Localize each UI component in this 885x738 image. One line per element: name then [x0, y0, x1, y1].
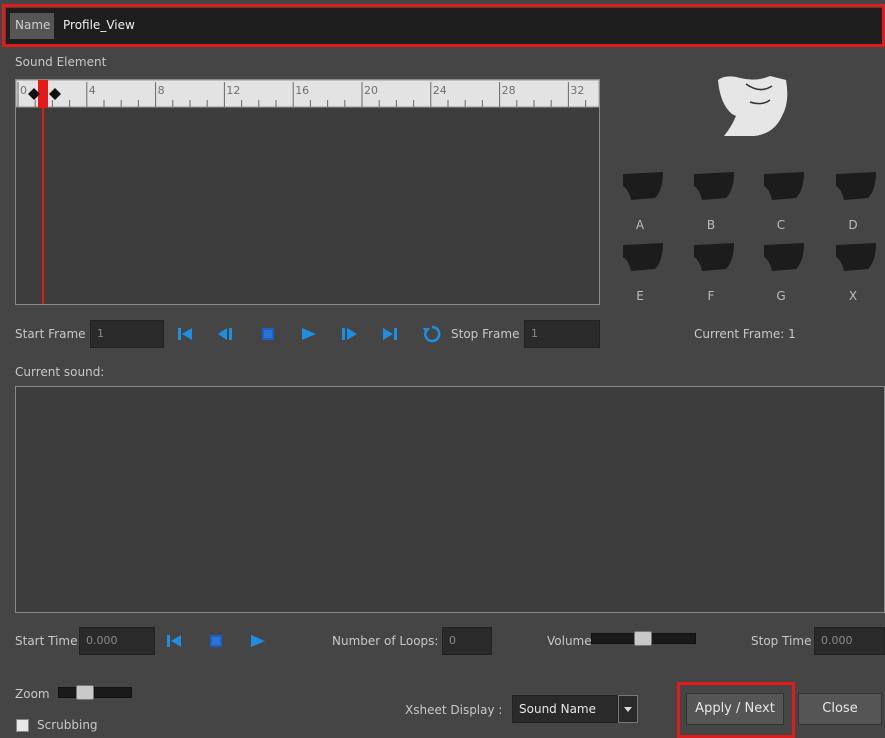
ruler-tick-label: 12 [226, 84, 240, 97]
start-time-input[interactable]: 0.000 [79, 627, 155, 655]
sound-play-icon[interactable] [250, 634, 266, 648]
mouth-label-a: A [635, 218, 645, 232]
stop-icon[interactable] [261, 327, 277, 341]
go-to-first-frame-icon[interactable] [178, 327, 194, 341]
apply-next-highlight-box [677, 682, 795, 738]
sound-element-panel[interactable]: 0 4 8 12 16 20 24 28 32 [15, 79, 600, 305]
ruler-tick-label: 8 [158, 84, 165, 97]
xsheet-display-select[interactable]: Sound Name [512, 695, 618, 723]
mouth-label-b: B [706, 218, 716, 232]
play-icon[interactable] [301, 327, 317, 341]
chevron-down-icon [624, 707, 632, 712]
mouth-shape-a-icon[interactable] [623, 170, 663, 202]
mouth-shape-c-icon[interactable] [764, 170, 804, 202]
mouth-shape-x-icon[interactable] [836, 241, 876, 273]
mouth-label-f: F [707, 289, 715, 303]
ruler-tick-label: 4 [89, 84, 96, 97]
keyframe-diamonds-icon[interactable] [28, 88, 68, 100]
mouth-label-g: G [776, 289, 786, 303]
number-of-loops-input[interactable]: 0 [442, 627, 492, 655]
zoom-label: Zoom [15, 687, 50, 701]
ruler-tick-label: 16 [295, 84, 309, 97]
frame-ruler[interactable]: 0 4 8 12 16 20 24 28 32 [16, 80, 601, 108]
mouth-label-c: C [776, 218, 786, 232]
next-frame-icon[interactable] [341, 327, 357, 341]
zoom-slider-thumb[interactable] [76, 685, 94, 700]
mouth-shape-d-icon[interactable] [836, 170, 876, 202]
scrubbing-label: Scrubbing [37, 718, 98, 732]
volume-label: Volume [547, 634, 592, 648]
sound-element-title: Sound Element [15, 55, 107, 69]
name-highlight-box [2, 4, 885, 47]
mouth-label-d: D [848, 218, 858, 232]
ruler-tick-label: 24 [433, 84, 447, 97]
loop-icon[interactable] [423, 325, 441, 343]
stop-time-label: Stop Time [751, 634, 812, 648]
scrubbing-checkbox[interactable] [16, 719, 29, 732]
previous-frame-icon[interactable] [217, 327, 233, 341]
ruler-tick-label: 32 [570, 84, 584, 97]
current-sound-label: Current sound: [15, 365, 105, 379]
sound-stop-icon[interactable] [209, 634, 225, 648]
ruler-tick-label: 28 [502, 84, 516, 97]
mouth-label-e: E [636, 289, 644, 303]
ruler-tick-label: 0 [20, 84, 27, 97]
playhead-line [42, 108, 44, 304]
mouth-shape-b-icon[interactable] [694, 170, 734, 202]
start-frame-input[interactable]: 1 [90, 320, 164, 348]
ruler-tick-label: 20 [364, 84, 378, 97]
stop-frame-label: Stop Frame [451, 327, 520, 341]
mouth-shape-f-icon[interactable] [694, 241, 734, 273]
number-of-loops-label: Number of Loops: [332, 634, 439, 648]
mouth-shape-e-icon[interactable] [623, 241, 663, 273]
profile-face-preview-icon [718, 76, 788, 136]
zoom-slider-track[interactable] [58, 687, 132, 698]
current-sound-waveform-panel[interactable] [15, 386, 885, 613]
mouth-label-x: X [848, 289, 858, 303]
xsheet-display-label: Xsheet Display : [405, 703, 503, 717]
mouth-shape-g-icon[interactable] [764, 241, 804, 273]
xsheet-dropdown-button[interactable] [618, 695, 638, 723]
go-to-last-frame-icon[interactable] [382, 327, 398, 341]
current-frame-readout: Current Frame: 1 [694, 327, 796, 341]
stop-time-input[interactable]: 0.000 [814, 627, 885, 655]
sound-go-to-start-icon[interactable] [167, 634, 183, 648]
volume-slider-thumb[interactable] [634, 631, 652, 646]
start-time-label: Start Time [15, 634, 78, 648]
stop-frame-input[interactable]: 1 [524, 320, 600, 348]
start-frame-label: Start Frame [15, 327, 86, 341]
close-button[interactable]: Close [798, 693, 882, 725]
